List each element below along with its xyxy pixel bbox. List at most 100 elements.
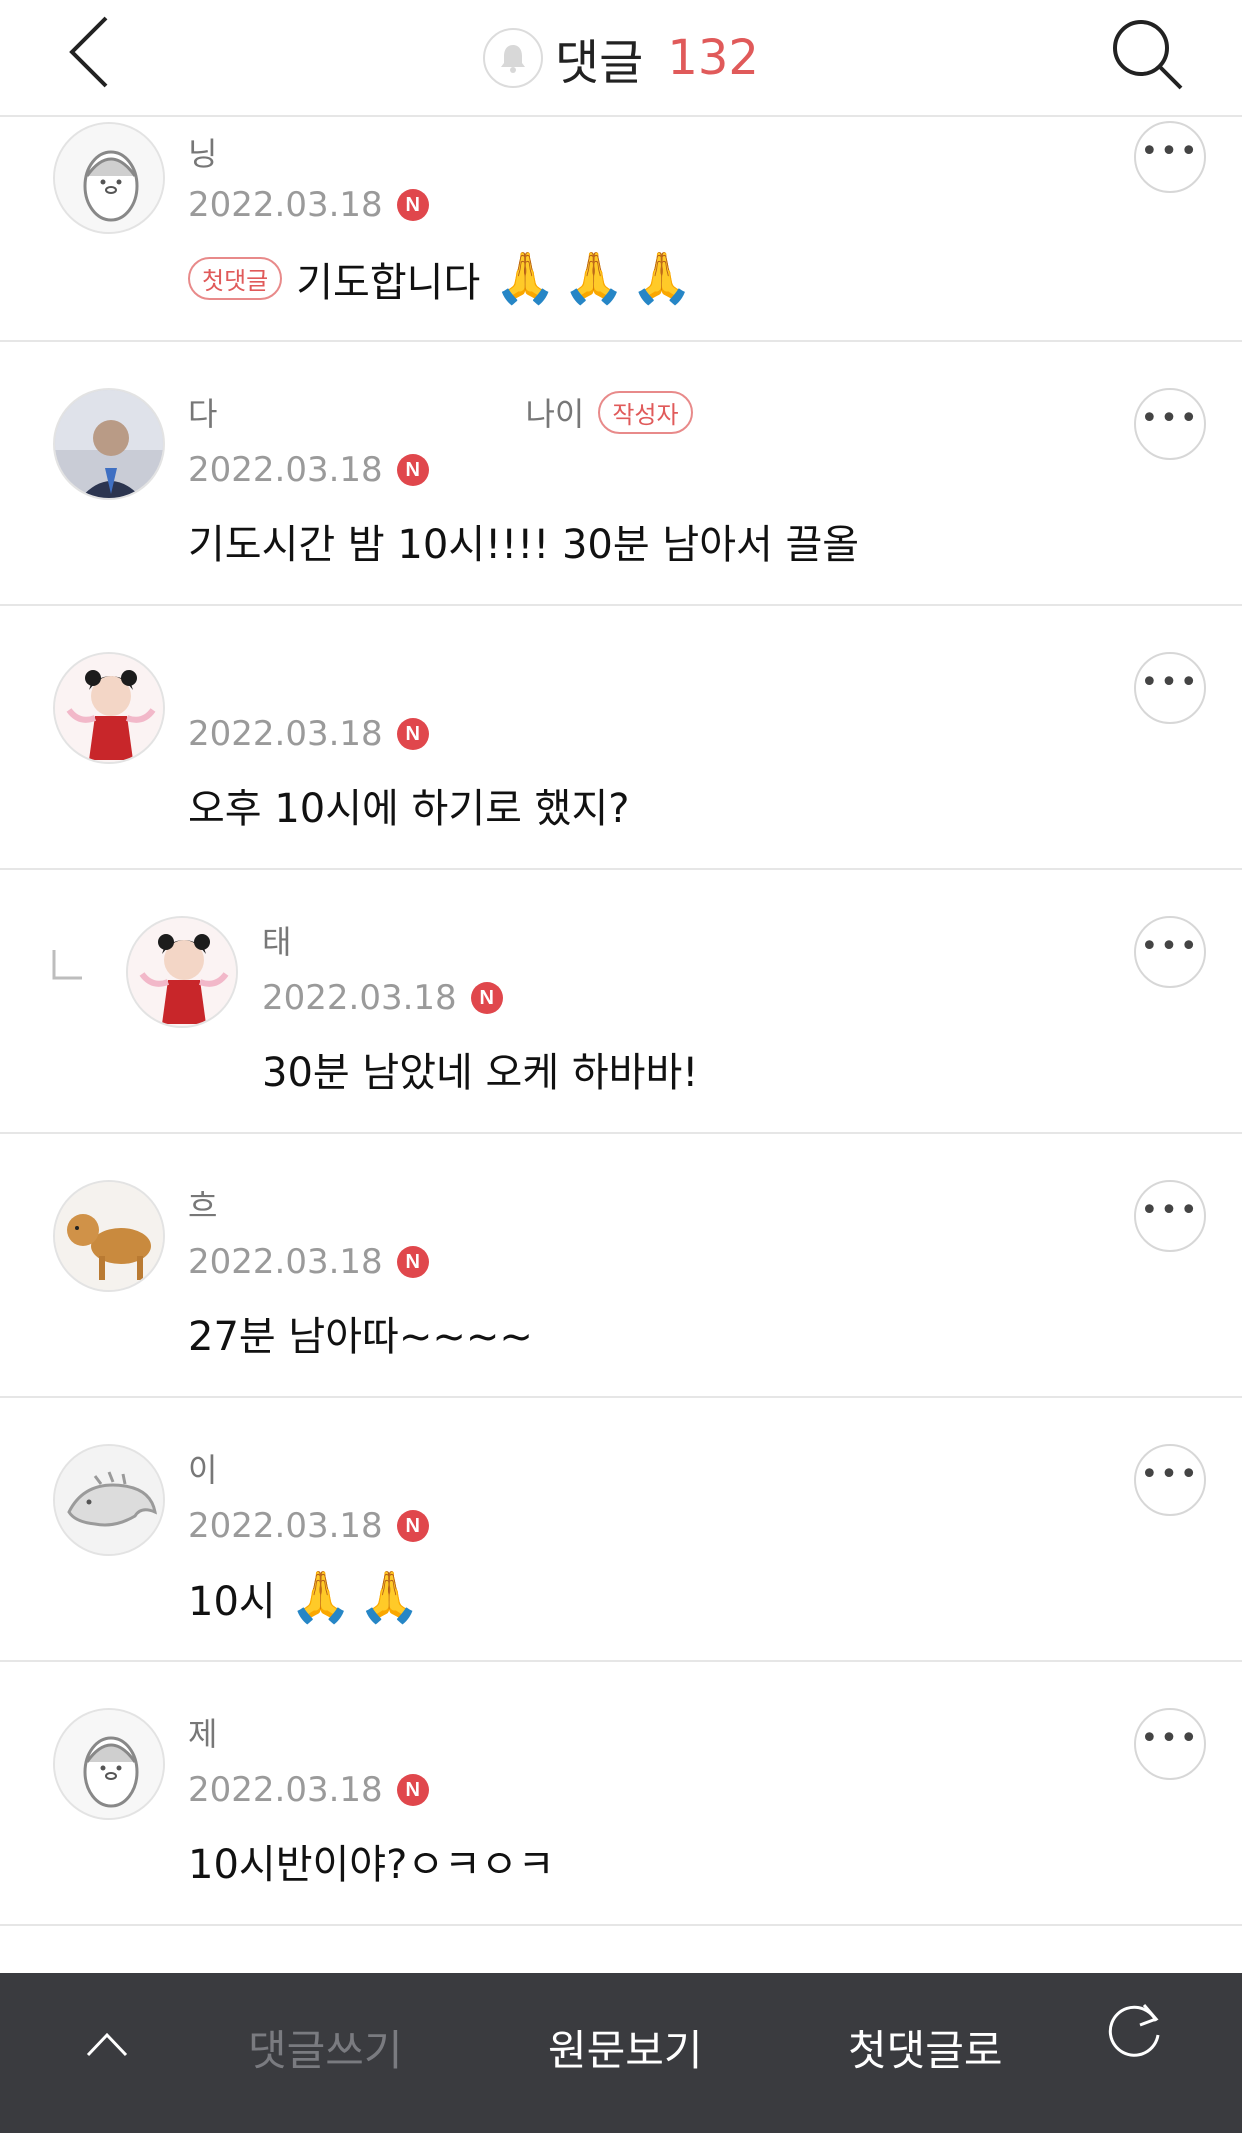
more-dots-icon: ••• (1140, 1720, 1200, 1756)
comment-meta: 2022.03.18 N (188, 714, 429, 754)
more-options-button[interactable]: ••• (1134, 388, 1206, 460)
new-badge: N (396, 1510, 429, 1542)
chevron-up-icon[interactable] (84, 2021, 130, 2067)
new-badge: N (396, 1246, 429, 1278)
more-options-button[interactable]: ••• (1134, 1180, 1206, 1252)
masked-name (231, 399, 512, 425)
comment-meta: 2022.03.18 N (188, 185, 429, 225)
first-comment-tag: 첫댓글 (188, 257, 283, 300)
comment-text: 30분 남았네 오케 하바바! (262, 1050, 699, 1096)
search-icon[interactable] (1107, 14, 1187, 94)
avatar[interactable] (126, 916, 238, 1028)
comment-text: 27분 남아따~~~~ (188, 1314, 533, 1360)
avatar[interactable] (53, 388, 165, 500)
new-badge: N (470, 982, 503, 1014)
comment-meta: 2022.03.18 N (188, 1506, 429, 1546)
more-dots-icon: ••• (1140, 1192, 1200, 1228)
more-options-button[interactable]: ••• (1134, 1708, 1206, 1780)
avatar[interactable] (53, 1708, 165, 1820)
new-badge: N (396, 454, 429, 486)
reply-arrow-icon (52, 950, 82, 980)
more-dots-icon: ••• (1140, 133, 1200, 169)
first-comment-button[interactable]: 첫댓글로 (848, 2017, 1003, 2078)
bottom-toolbar: 댓글쓰기 원문보기 첫댓글로 (0, 1973, 1242, 2133)
avatar[interactable] (53, 652, 165, 764)
avatar[interactable] (53, 1444, 165, 1556)
new-badge: N (396, 189, 429, 221)
comment-item: 다 나이 작성자 2022.03.18 N 기도시간 밤 10시!!!! 30분… (0, 342, 1242, 606)
comment-meta: 2022.03.18 N (262, 978, 503, 1018)
comment-author: 흐 (188, 1184, 512, 1225)
comment-item: 흐 2022.03.18 N 27분 남아따~~~~ ••• (0, 1134, 1242, 1398)
avatar[interactable] (53, 122, 165, 234)
comment-author: 닝 (188, 132, 217, 173)
comment-date: 2022.03.18 (188, 1242, 383, 1282)
new-badge: N (396, 1774, 429, 1806)
comment-body: 기도시간 밤 10시!!!! 30분 남아서 끌올 (188, 512, 859, 570)
comment-text: 기도시간 밤 10시!!!! 30분 남아서 끌올 (188, 522, 860, 568)
more-options-button[interactable]: ••• (1134, 1444, 1206, 1516)
write-comment-button[interactable]: 댓글쓰기 (248, 2017, 403, 2078)
comment-body: 30분 남았네 오케 하바바! (262, 1040, 698, 1098)
more-dots-icon: ••• (1140, 1456, 1200, 1492)
masked-name (305, 927, 586, 953)
comment-author: 이 (188, 1448, 512, 1489)
comment-date: 2022.03.18 (188, 1770, 383, 1810)
header-title: 댓글 132 (483, 23, 759, 93)
new-badge: N (396, 718, 429, 750)
comment-meta: 2022.03.18 N (188, 450, 429, 490)
comment-date: 2022.03.18 (262, 978, 457, 1018)
comment-author: 태 (262, 920, 586, 961)
pray-emoji: 🙏🙏🙏 (494, 249, 700, 307)
more-dots-icon: ••• (1140, 928, 1200, 964)
more-dots-icon: ••• (1140, 664, 1200, 700)
comment-author: 다 나이 작성자 (188, 390, 693, 434)
comment-date: 2022.03.18 (188, 450, 383, 490)
comment-text: 10시반이야?ㅇㅋㅇㅋ (188, 1842, 555, 1888)
masked-name (188, 663, 468, 689)
more-options-button[interactable]: ••• (1134, 652, 1206, 724)
comments-page: 댓글 132 닝 2022.03.18 N 첫댓글 기도합니다 🙏🙏🙏 ••• … (0, 0, 1242, 2133)
comment-text: 10시 (188, 1578, 276, 1625)
avatar[interactable] (53, 1180, 165, 1292)
view-original-button[interactable]: 원문보기 (548, 2017, 703, 2078)
more-dots-icon: ••• (1140, 400, 1200, 436)
reply-item: 태 2022.03.18 N 30분 남았네 오케 하바바! ••• (0, 870, 1242, 1134)
comment-author: 제 (188, 1712, 512, 1753)
author-name: 태 (262, 923, 292, 961)
comment-item: 제 2022.03.18 N 10시반이야?ㅇㅋㅇㅋ ••• (0, 1662, 1242, 1926)
comment-meta: 2022.03.18 N (188, 1770, 429, 1810)
bell-icon[interactable] (483, 27, 544, 88)
author-name-start: 다 (188, 395, 218, 433)
author-tag: 작성자 (598, 390, 693, 434)
comment-text: 기도합니다 (296, 259, 481, 306)
more-options-button[interactable]: ••• (1134, 916, 1206, 988)
chevron-left-icon[interactable] (60, 14, 120, 89)
masked-name (231, 1455, 512, 1481)
author-name: 이 (188, 1451, 218, 1489)
author-name: 제 (188, 1715, 218, 1753)
comment-body: 첫댓글 기도합니다 🙏🙏🙏 (188, 249, 699, 308)
author-name-end: 나이 (525, 395, 585, 433)
comment-body: 10시 🙏🙏 (188, 1568, 426, 1627)
masked-name (231, 1191, 512, 1217)
author-name: 흐 (188, 1187, 218, 1225)
comment-author (188, 656, 468, 696)
more-options-button[interactable]: ••• (1134, 121, 1206, 193)
comment-item: 이 2022.03.18 N 10시 🙏🙏 ••• (0, 1398, 1242, 1662)
comment-date: 2022.03.18 (188, 1506, 383, 1546)
comment-list: 닝 2022.03.18 N 첫댓글 기도합니다 🙏🙏🙏 ••• 다 나이 작성… (0, 117, 1242, 1926)
comment-body: 10시반이야?ㅇㅋㅇㅋ (188, 1832, 555, 1890)
pray-emoji: 🙏🙏 (289, 1568, 427, 1626)
comment-body: 오후 10시에 하기로 했지? (188, 776, 629, 834)
comment-meta: 2022.03.18 N (188, 1242, 429, 1282)
comment-date: 2022.03.18 (188, 714, 383, 754)
comment-text: 오후 10시에 하기로 했지? (188, 786, 630, 832)
header: 댓글 132 (0, 0, 1242, 117)
masked-name (231, 1719, 512, 1745)
comment-item: 2022.03.18 N 오후 10시에 하기로 했지? ••• (0, 606, 1242, 870)
comment-body: 27분 남아따~~~~ (188, 1304, 533, 1362)
comment-date: 2022.03.18 (188, 185, 383, 225)
comment-item: 닝 2022.03.18 N 첫댓글 기도합니다 🙏🙏🙏 ••• (0, 117, 1242, 342)
refresh-icon[interactable] (1104, 1997, 1168, 2061)
